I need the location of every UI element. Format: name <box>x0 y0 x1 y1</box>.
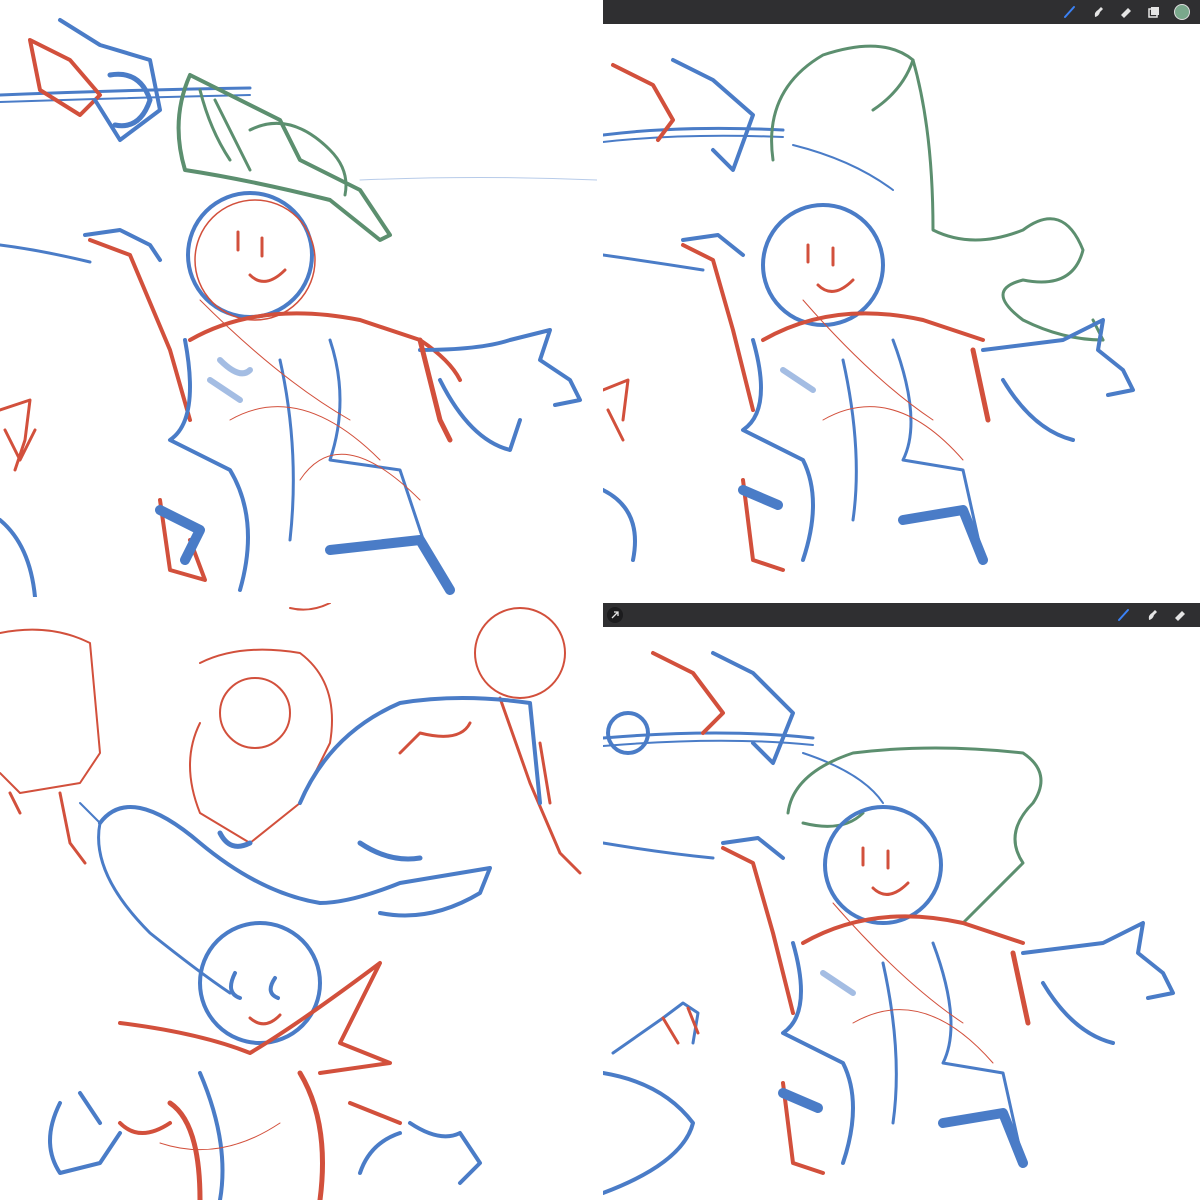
canvas-panel-top-right[interactable] <box>603 0 1200 597</box>
sketch-drawing <box>603 44 1135 572</box>
panel-divider-horizontal <box>0 597 1200 603</box>
sketch-drawing <box>0 603 582 1200</box>
layers-icon[interactable] <box>1140 0 1168 24</box>
top-toolbar <box>603 0 1200 24</box>
modify-arrow-icon[interactable] <box>607 607 623 623</box>
canvas-panel-bottom-right[interactable] <box>603 603 1200 1200</box>
smudge-icon[interactable] <box>1138 603 1166 627</box>
eraser-icon[interactable] <box>1112 0 1140 24</box>
sketch-drawing <box>603 651 1175 1195</box>
sketch-drawing <box>0 18 597 597</box>
color-swatch[interactable] <box>1174 4 1190 20</box>
bottom-toolbar <box>603 603 1200 627</box>
brush-icon[interactable] <box>1056 0 1084 24</box>
canvas-panel-bottom-left[interactable] <box>0 603 597 1200</box>
eraser-icon[interactable] <box>1166 603 1194 627</box>
smudge-icon[interactable] <box>1084 0 1112 24</box>
brush-icon[interactable] <box>1110 603 1138 627</box>
canvas-panel-top-left[interactable] <box>0 0 597 597</box>
